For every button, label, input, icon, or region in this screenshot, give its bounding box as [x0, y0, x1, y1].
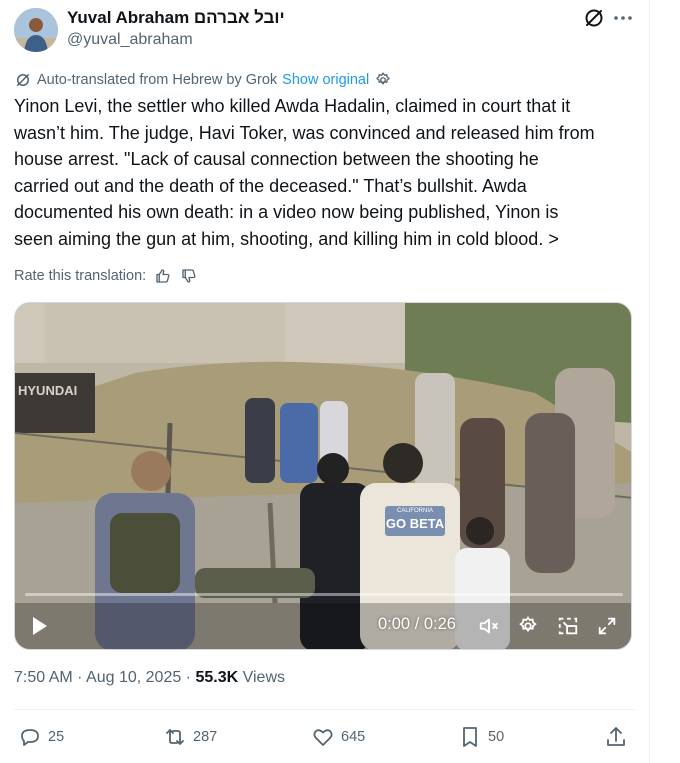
fullscreen-icon[interactable]: [596, 615, 618, 637]
post-text-line: seen aiming the gun at him, shooting, an…: [14, 228, 559, 249]
grok-small-icon: [17, 74, 29, 86]
post-text-line: documented his own death: in a video now…: [14, 202, 559, 222]
post-text-line: wasn’t him. The judge, Havi Toker, was c…: [14, 122, 595, 143]
translation-notice-text: Auto-translated from Hebrew by Grok: [37, 72, 278, 88]
post-text-line: Yinon Levi, the settler who killed Awda …: [14, 96, 571, 116]
share-icon: [607, 727, 625, 746]
video-settings-icon[interactable]: [517, 615, 539, 637]
bookmark-count: 50: [488, 729, 505, 745]
like-button[interactable]: 645: [311, 724, 365, 750]
thumbs-down-icon[interactable]: [180, 267, 198, 285]
post-text-line: carried out and the death of the decease…: [14, 175, 527, 196]
views-label: Views: [238, 669, 285, 686]
rate-translation-label: Rate this translation:: [14, 268, 147, 284]
post: Yuval Abraham יובל אברהם @yuval_abraham …: [0, 0, 649, 763]
post-text: Yinon Levi, the settler who killed Awda …: [14, 93, 640, 252]
rate-translation: Rate this translation:: [14, 265, 198, 287]
thumbs-up-icon[interactable]: [154, 267, 172, 285]
shirt-text-small: CALIFORNIA: [397, 508, 433, 514]
grok-icon[interactable]: [582, 6, 606, 30]
divider: [14, 709, 636, 710]
reply-icon: [21, 729, 39, 746]
show-original-link[interactable]: Show original: [282, 72, 369, 88]
reply-button[interactable]: 25: [18, 724, 64, 750]
volume-muted-icon[interactable]: [478, 615, 500, 637]
shirt-text: GO BETA: [386, 516, 445, 531]
post-meta: 7:50 AM · Aug 10, 2025 · 55.3K Views: [14, 669, 285, 687]
play-icon[interactable]: [27, 614, 51, 638]
picture-in-picture-icon[interactable]: [557, 615, 579, 637]
bookmark-button[interactable]: 50: [458, 724, 504, 750]
video-frame: HYUNDAI CALIFORNIA GO BETA: [15, 303, 631, 649]
bookmark-icon: [463, 727, 477, 747]
video-time: 0:00 / 0:26: [378, 615, 456, 633]
translation-notice: Auto-translated from Hebrew by Grok Show…: [14, 70, 392, 90]
author-display-name[interactable]: Yuval Abraham יובל אברהם: [67, 8, 285, 28]
views-count: 55.3K: [195, 669, 239, 686]
share-button[interactable]: [604, 724, 634, 750]
post-text-line: house arrest. "Lack of causal connection…: [14, 149, 539, 169]
video-player[interactable]: HYUNDAI CALIFORNIA GO BETA 0:00 / 0:26: [14, 302, 632, 650]
reply-count: 25: [48, 729, 65, 745]
like-count: 645: [341, 729, 366, 745]
repost-button[interactable]: 287: [163, 724, 217, 750]
heart-icon: [313, 729, 333, 746]
video-progress-bar[interactable]: [25, 593, 623, 596]
author-handle[interactable]: @yuval_abraham: [67, 31, 193, 49]
repost-icon: [166, 729, 184, 745]
repost-count: 287: [193, 729, 218, 745]
translation-settings-icon[interactable]: [374, 71, 392, 89]
machine-brand-label: HYUNDAI: [18, 383, 77, 398]
column-border: [649, 0, 650, 763]
post-timestamp[interactable]: 7:50 AM · Aug 10, 2025 ·: [14, 669, 195, 686]
author-avatar[interactable]: [14, 8, 58, 52]
more-options-icon[interactable]: [611, 6, 635, 30]
